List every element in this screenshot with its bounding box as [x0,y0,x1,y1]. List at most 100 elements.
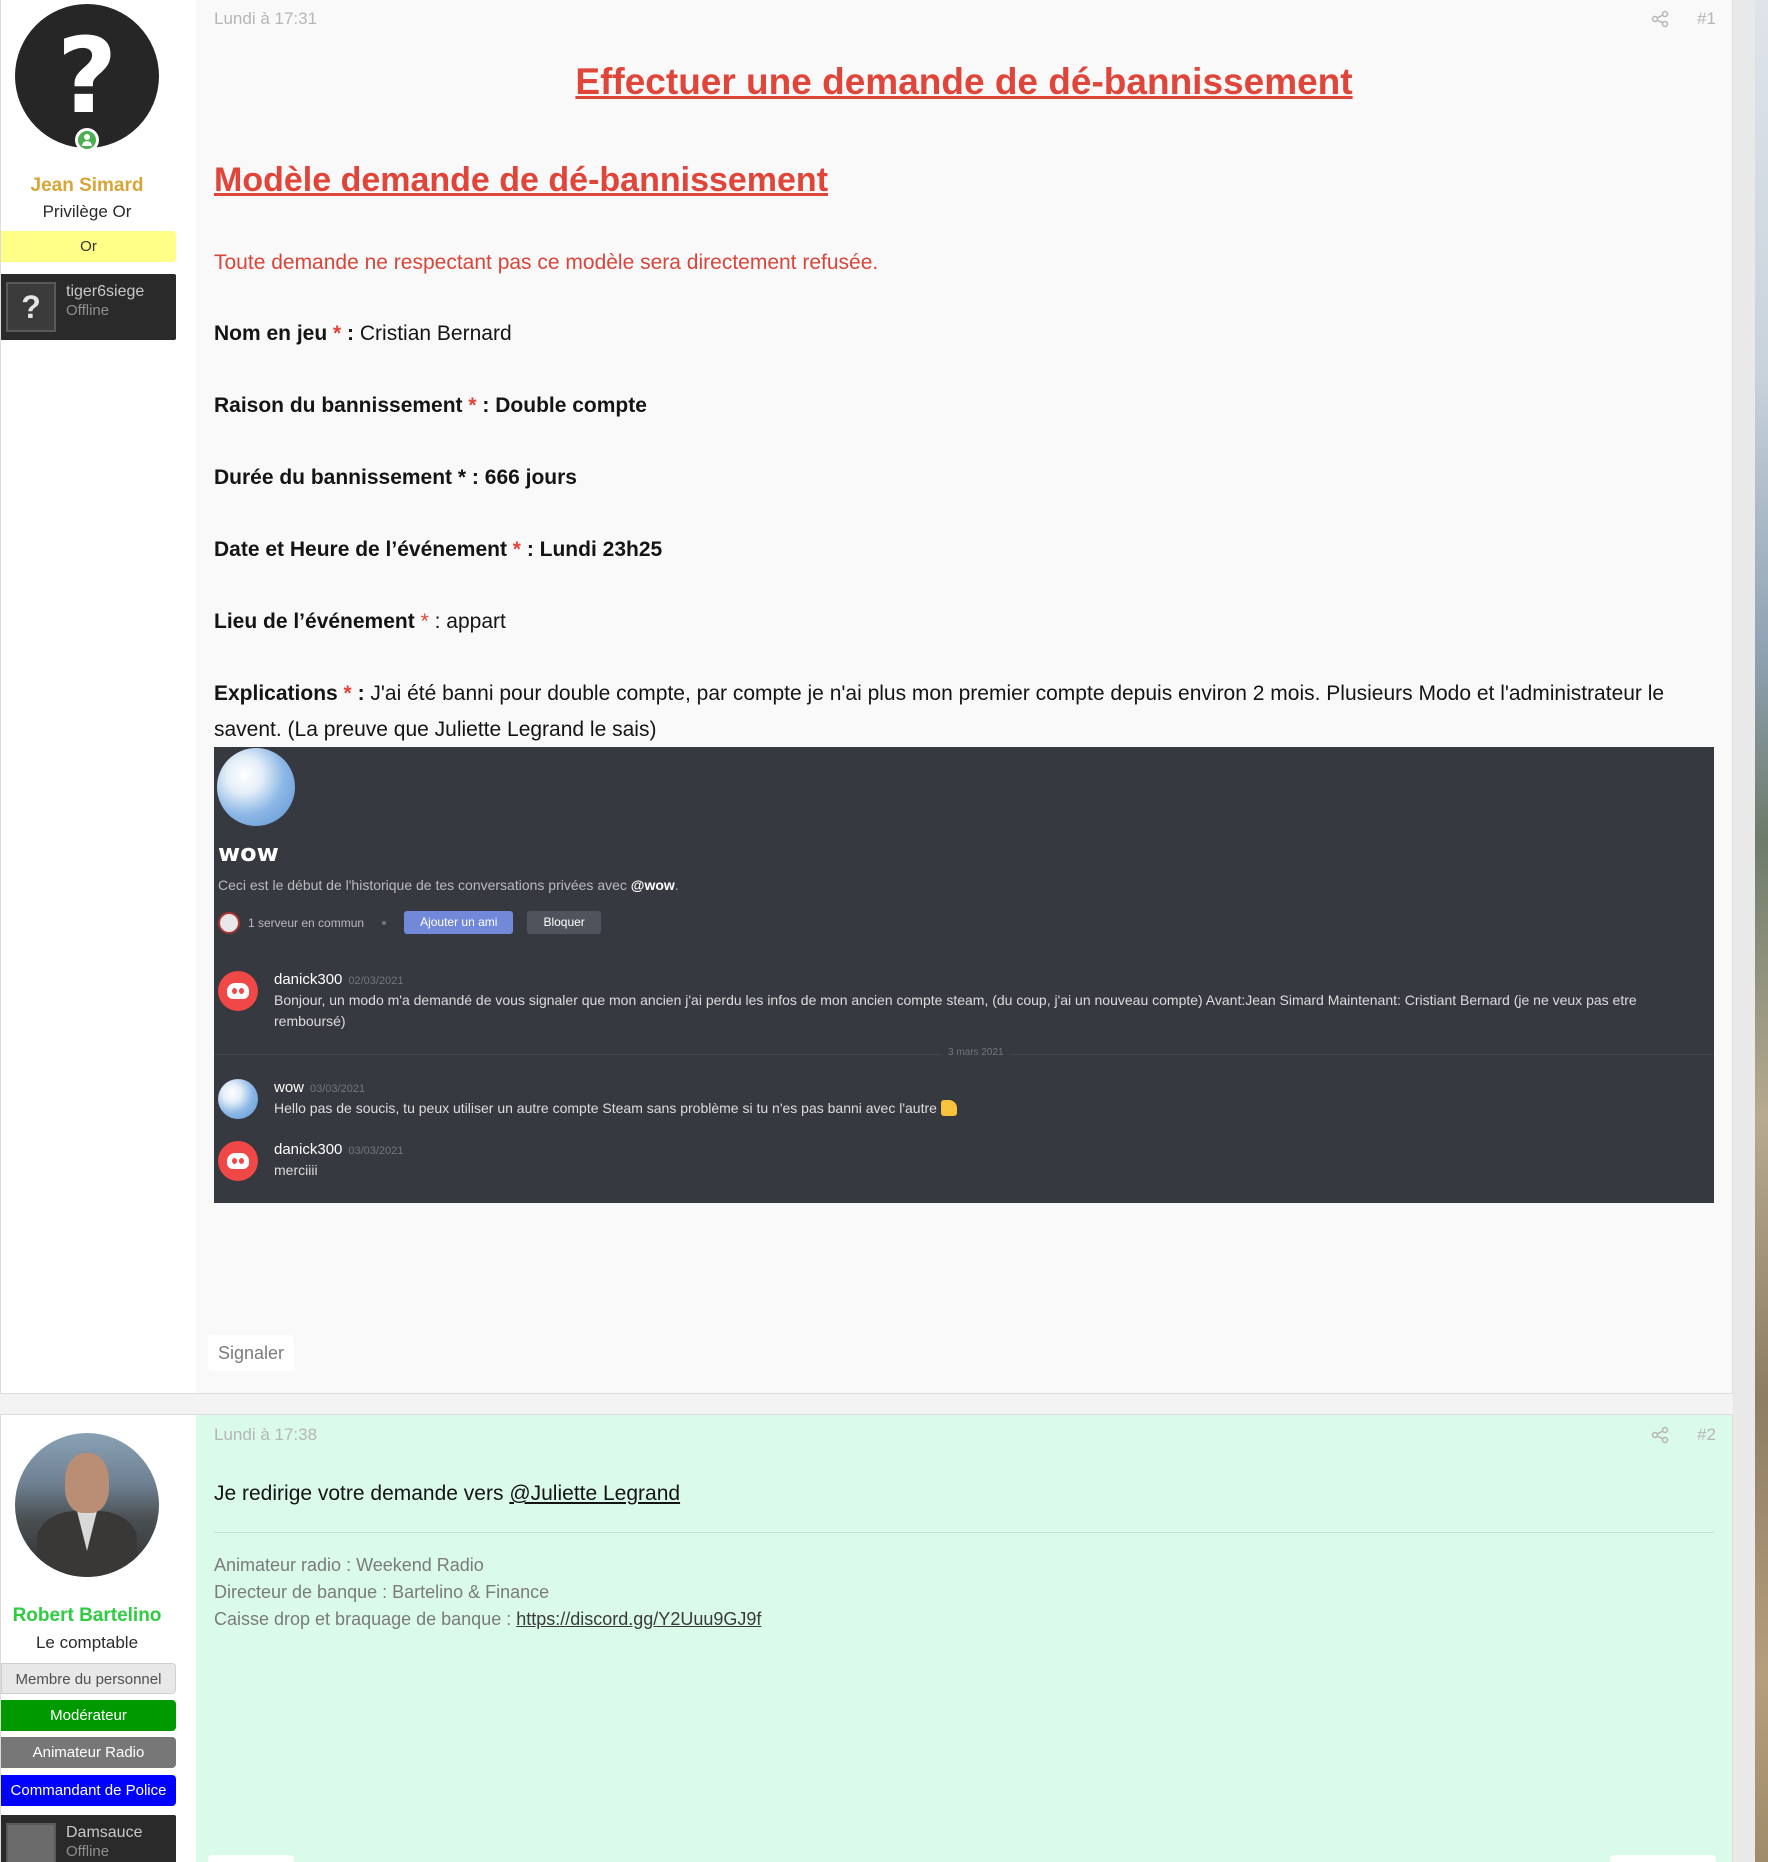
field-duree: Durée du bannissement * : 666 jours [214,460,1692,496]
discord-logo-avatar-icon [218,971,258,1011]
discord-message: wow 03/03/2021 Hello pas de soucis, tu pe… [218,1079,957,1119]
steam-name: tiger6siege [66,283,145,300]
discord-dm-title: wow [218,839,279,867]
user-title: Privilège Or [42,202,132,221]
steam-avatar [6,1823,56,1862]
field-date-heure: Date et Heure de l’événement * : Lundi 2… [214,532,1692,568]
post-actions: #2 [1651,1425,1716,1445]
message-text: merciiii [274,1162,318,1178]
post-number[interactable]: #2 [1697,1425,1716,1445]
post-number[interactable]: #1 [1697,9,1716,29]
field-sep: : [351,682,371,705]
online-status-icon [75,128,99,152]
cloud-avatar-icon [218,1079,258,1119]
field-label: Lieu de l’événement [214,610,415,633]
message-time: 03/03/2021 [348,1145,404,1157]
message-time: 02/03/2021 [348,975,404,987]
post-1-user-column: ? Jean Simard Privilège Or Or ? tiger6si… [1,0,196,1393]
field-raison: Raison du bannissement * : Double compte [214,388,1692,424]
required-star: * [512,538,521,561]
signature: Animateur radio : Weekend Radio Directeu… [214,1552,761,1633]
user-banner-staff: Membre du personnel [1,1663,176,1694]
field-value: Lundi 23h25 [539,538,663,561]
template-notice: Toute demande ne respectant pas ce modèl… [214,251,879,274]
user-avatar[interactable]: ? [15,4,159,148]
discord-profile-avatar [217,748,295,826]
steam-status: Offline [66,1843,110,1860]
steam-avatar: ? [6,282,56,332]
required-star: * [343,682,352,705]
background-scenery [1755,0,1768,1862]
date-divider-label: 3 mars 2021 [942,1047,1010,1058]
user-mention-link[interactable]: @Juliette Legrand [509,1482,680,1505]
discord-screenshot[interactable]: wow Ceci est le début de l'historique de… [214,747,1714,1203]
message-text: Hello pas de soucis, tu peux utiliser un… [274,1100,937,1116]
field-explications: Explications * : J'ai été banni pour dou… [214,676,1692,748]
block-button: Bloquer [527,911,601,934]
post-date[interactable]: Lundi à 17:31 [214,9,317,29]
post-message: Je redirige votre demande vers @Juliette… [214,1482,680,1506]
reply-button[interactable] [1610,1855,1716,1862]
field-label: Nom en jeu [214,322,328,345]
report-button[interactable] [208,1855,294,1862]
steam-profile-box[interactable]: ? tiger6siege Offline [1,274,176,340]
steam-status: Offline [66,302,110,319]
discord-invite-link[interactable]: https://discord.gg/Y2Uuu9GJ9f [516,1609,761,1629]
steam-profile-box[interactable]: Damsauce Offline [1,1815,176,1862]
field-sep: : [520,538,540,561]
signature-divider [214,1532,1714,1533]
share-icon[interactable] [1651,10,1669,28]
user-banner-or: Or [1,231,176,262]
post-1: ? Jean Simard Privilège Or Or ? tiger6si… [0,0,1733,1394]
field-label: Durée du bannissement [214,466,453,489]
discord-message: danick300 03/03/2021 merciiii [218,1141,403,1181]
discord-intro-user: @wow [630,877,675,893]
page-gutter [1733,0,1755,1862]
required-star: * [457,466,467,489]
common-servers: 1 serveur en commun [248,915,365,930]
user-title: Le comptable [35,1633,139,1652]
post-2-content: Lundi à 17:38 #2 Je redirige votre deman… [196,1415,1732,1862]
message-time: 03/03/2021 [310,1083,366,1095]
add-friend-button: Ajouter un ami [404,911,514,934]
message-text: Bonjour, un modo m'a demandé de vous sig… [274,992,1637,1029]
field-value: Cristian Bernard [359,322,512,345]
server-icon [218,911,240,934]
thumbs-up-emoji-icon [940,1100,957,1116]
share-icon[interactable] [1651,1426,1669,1444]
field-value: 666 jours [484,466,577,489]
date-divider: 3 mars 2021 [214,1047,1714,1058]
discord-logo-avatar-icon [218,1141,258,1181]
signature-line: Caisse drop et braquage de banque : [214,1609,517,1629]
signature-line: Animateur radio : Weekend Radio [214,1555,484,1575]
discord-message: danick300 02/03/2021 Bonjour, un modo m'a… [218,971,1688,1032]
discord-intro-suffix: . [674,877,679,893]
field-label: Raison du bannissement [214,394,463,417]
post-heading: Effectuer une demande de dé-bannissement [575,61,1353,102]
post-actions: #1 [1651,9,1716,29]
post-2: Robert Bartelino Le comptable Membre du … [0,1414,1733,1862]
user-avatar[interactable] [15,1433,159,1577]
username[interactable]: Jean Simard [1,175,173,197]
post-2-user-column: Robert Bartelino Le comptable Membre du … [1,1415,196,1862]
dot-separator-icon [382,920,387,925]
field-sep: : [341,322,360,345]
message-author: danick300 [274,971,343,988]
user-banner-radio: Animateur Radio [1,1737,176,1768]
post-1-content: Lundi à 17:31 #1 Effectuer une demande d… [196,0,1732,1393]
message-author: danick300 [274,1141,343,1158]
post-date[interactable]: Lundi à 17:38 [214,1425,317,1445]
field-value: appart [446,610,506,633]
field-label: Date et Heure de l’événement [214,538,507,561]
field-label: Explications [214,682,338,705]
field-sep: : [466,466,485,489]
field-value: J'ai été banni pour double compte, par c… [214,682,1665,741]
username[interactable]: Robert Bartelino [1,1605,173,1627]
required-star: * [333,322,342,345]
report-button[interactable]: Signaler [208,1335,295,1371]
field-value: Double compte [495,394,647,417]
field-nom-en-jeu: Nom en jeu * : Cristian Bernard [214,316,1692,352]
discord-common-row: 1 serveur en commun Ajouter un ami Bloqu… [218,911,601,934]
user-banner-police: Commandant de Police [1,1775,176,1806]
user-banner-moderator: Modérateur [1,1700,176,1731]
